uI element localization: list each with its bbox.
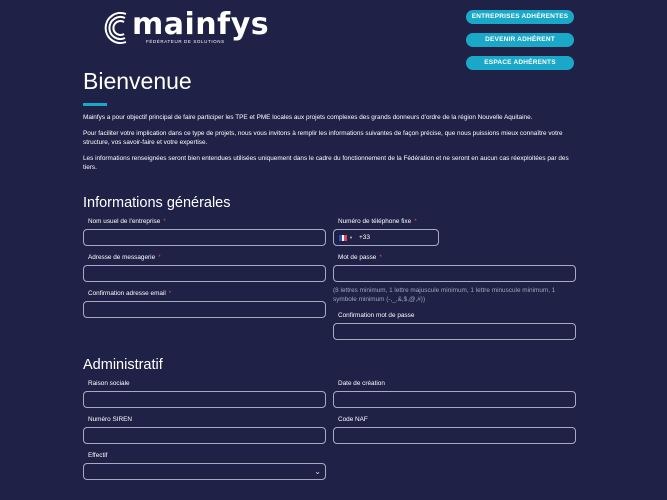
company-name-field: Nom usuel de l'entreprise *: [83, 217, 326, 246]
intro-paragraph: Mainfys a pour objectif principal de fai…: [83, 114, 533, 121]
email-field: Adresse de messagerie *: [83, 253, 326, 282]
field-label: Date de création: [338, 380, 385, 387]
page-title: Bienvenue: [83, 68, 192, 94]
email-input[interactable]: [83, 265, 326, 282]
siren-input[interactable]: [83, 427, 326, 444]
email-confirm-field: Confirmation adresse email *: [83, 289, 326, 318]
logo[interactable]: mainfys FÉDÉRATEUR DE SOLUTIONS: [104, 10, 274, 46]
main-content: Bienvenue Mainfys a pour objectif princi…: [83, 68, 583, 179]
chevron-down-icon[interactable]: ⌄: [314, 467, 321, 476]
section-title-admin: Administratif: [83, 357, 163, 373]
field-label: Numéro SIREN: [88, 416, 133, 423]
password-input[interactable]: [333, 265, 576, 282]
field-label: Nom usuel de l'entreprise *: [88, 218, 166, 225]
field-label: Code NAF: [338, 416, 368, 423]
legal-name-field: Raison sociale: [83, 379, 326, 408]
france-flag-icon[interactable]: [339, 234, 348, 241]
password-field: Mot de passe * (8 lettres minimum, 1 lett…: [333, 253, 578, 304]
logo-text: mainfys: [132, 7, 270, 42]
creation-date-input[interactable]: [333, 391, 576, 408]
field-label: Confirmation adresse email *: [88, 290, 172, 297]
title-underline: [83, 103, 107, 106]
password-hint: (8 lettres minimum, 1 lettre majuscule m…: [333, 287, 556, 303]
field-label: Adresse de messagerie *: [88, 254, 161, 261]
naf-field: Code NAF: [333, 415, 576, 444]
headcount-select[interactable]: ⌄: [83, 463, 326, 480]
intro-text: Mainfys a pour objectif principal de fai…: [83, 113, 583, 172]
become-member-button[interactable]: DEVENIR ADHÉRENT: [466, 33, 574, 47]
company-name-input[interactable]: [83, 229, 326, 246]
logo-tagline: FÉDÉRATEUR DE SOLUTIONS: [146, 39, 225, 44]
section-title-general: Informations générales: [83, 195, 231, 211]
field-label: Numéro de téléphone fixe *: [338, 218, 417, 225]
logo-mark-icon: [104, 12, 127, 44]
phone-input[interactable]: ▼ +33: [333, 229, 439, 246]
field-label: Mot de passe *: [338, 254, 382, 261]
password-confirm-field: Confirmation mot de passe: [333, 311, 576, 340]
chevron-down-icon[interactable]: ▼: [349, 235, 353, 240]
intro-paragraph: Pour faciliter votre implication dans ce…: [83, 130, 563, 146]
password-confirm-input[interactable]: [333, 323, 576, 340]
field-label: Effectif: [88, 452, 108, 459]
email-confirm-input[interactable]: [83, 301, 326, 318]
siren-field: Numéro SIREN: [83, 415, 326, 444]
phone-field: Numéro de téléphone fixe * ▼ +33: [333, 217, 439, 246]
creation-date-field: Date de création: [333, 379, 576, 408]
legal-name-input[interactable]: [83, 391, 326, 408]
naf-input[interactable]: [333, 427, 576, 444]
headcount-field: Effectif ⌄: [83, 451, 326, 480]
field-label: Raison sociale: [88, 380, 130, 387]
intro-paragraph: Les informations renseignées seront bien…: [83, 155, 569, 171]
field-label: Confirmation mot de passe: [338, 312, 415, 319]
phone-country-code: +33: [358, 234, 370, 241]
member-companies-button[interactable]: ENTREPRISES ADHÉRENTES: [466, 10, 574, 24]
